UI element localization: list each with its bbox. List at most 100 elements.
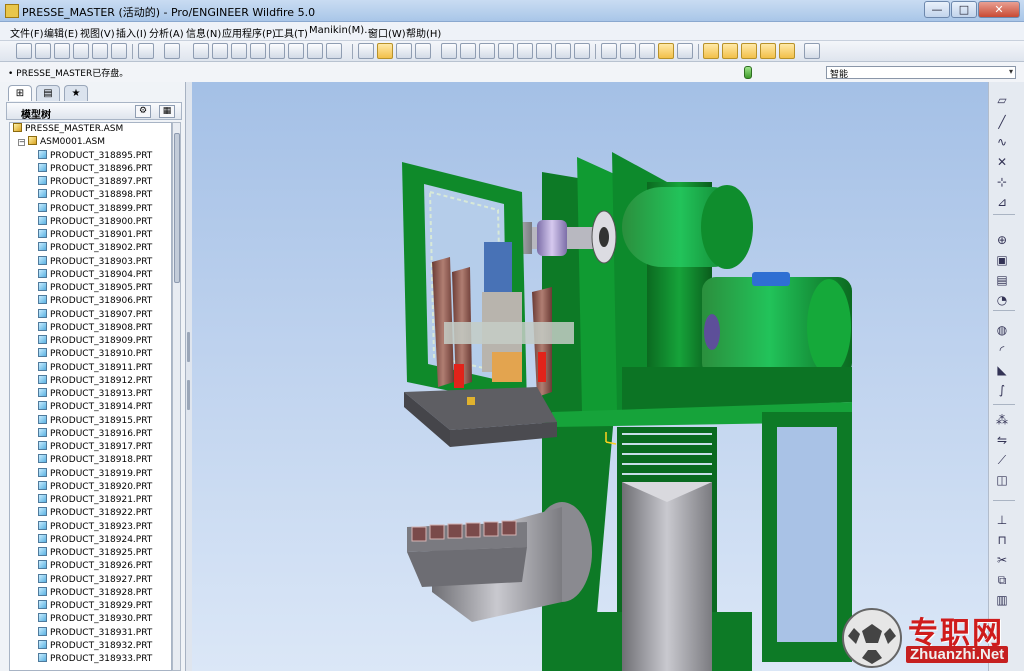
scrollbar-thumb[interactable]: [174, 133, 180, 283]
tree-part-item[interactable]: PRODUCT_318902.PRT: [10, 242, 171, 255]
trim-icon[interactable]: ✂: [994, 552, 1010, 568]
sweep-icon[interactable]: ∫: [994, 382, 1010, 398]
shading-icon[interactable]: [415, 43, 431, 59]
tree-subassembly-item[interactable]: − ASM0001.ASM: [10, 136, 171, 149]
csys-display-toggle-icon[interactable]: [760, 43, 776, 59]
tree-part-item[interactable]: PRODUCT_318926.PRT: [10, 560, 171, 573]
offset-icon[interactable]: ⧉: [994, 572, 1010, 588]
minimize-button[interactable]: —: [924, 1, 950, 18]
menu-applications[interactable]: 应用程序(P): [222, 25, 276, 40]
tree-part-item[interactable]: PRODUCT_318932.PRT: [10, 639, 171, 653]
tree-part-item[interactable]: PRODUCT_318899.PRT: [10, 202, 171, 216]
tree-part-item[interactable]: PRODUCT_318912.PRT: [10, 374, 171, 388]
paste-icon[interactable]: [231, 43, 247, 59]
datum-planes-toggle-icon[interactable]: [703, 43, 719, 59]
selection-filter-dropdown[interactable]: 智能 ▾: [826, 66, 1016, 80]
collapse-icon[interactable]: −: [18, 139, 25, 147]
close-button[interactable]: ✕: [978, 1, 1020, 18]
send-attachment-icon[interactable]: [111, 43, 127, 59]
tree-part-item[interactable]: PRODUCT_318933.PRT: [10, 653, 171, 666]
tree-part-item[interactable]: PRODUCT_318908.PRT: [10, 321, 171, 335]
tree-part-item[interactable]: PRODUCT_318931.PRT: [10, 626, 171, 640]
enhanced-realism-icon[interactable]: [677, 43, 693, 59]
tree-part-item[interactable]: PRODUCT_318918.PRT: [10, 454, 171, 467]
saved-views-icon[interactable]: [536, 43, 552, 59]
save-icon[interactable]: [54, 43, 70, 59]
round-icon[interactable]: ◜: [994, 342, 1010, 358]
open-file-icon[interactable]: [35, 43, 51, 59]
tree-part-item[interactable]: PRODUCT_318920.PRT: [10, 480, 171, 494]
refit-icon[interactable]: [498, 43, 514, 59]
tree-part-item[interactable]: PRODUCT_318930.PRT: [10, 613, 171, 626]
pan-icon[interactable]: [441, 43, 457, 59]
tree-part-item[interactable]: PRODUCT_318903.PRT: [10, 255, 171, 269]
menu-view[interactable]: 视图(V): [80, 25, 115, 40]
tree-part-item[interactable]: PRODUCT_318901.PRT: [10, 229, 171, 242]
menu-info[interactable]: 信息(N): [186, 25, 221, 40]
no-hidden-icon[interactable]: [639, 43, 655, 59]
tree-show-icon[interactable]: ▦: [159, 105, 175, 118]
reorient-icon[interactable]: [517, 43, 533, 59]
tree-part-item[interactable]: PRODUCT_318921.PRT: [10, 494, 171, 507]
view-manager-icon[interactable]: [574, 43, 590, 59]
orient-mode-icon[interactable]: [377, 43, 393, 59]
favorites-tab-icon[interactable]: ★: [64, 85, 88, 101]
tree-part-item[interactable]: PRODUCT_318898.PRT: [10, 189, 171, 202]
revolve-icon[interactable]: ◔: [994, 292, 1010, 308]
cut-icon[interactable]: [193, 43, 209, 59]
tree-part-item[interactable]: PRODUCT_318896.PRT: [10, 162, 171, 176]
wireframe-icon[interactable]: [601, 43, 617, 59]
maximize-button[interactable]: □: [951, 1, 977, 18]
datum-point-icon[interactable]: ✕: [994, 154, 1010, 170]
shell-icon[interactable]: ◫: [994, 472, 1010, 488]
find-icon[interactable]: [307, 43, 323, 59]
datum-plane-icon[interactable]: ▱: [994, 92, 1010, 108]
zoom-out-icon[interactable]: [479, 43, 495, 59]
layers-icon[interactable]: [555, 43, 571, 59]
menu-help[interactable]: 帮助(H): [406, 25, 441, 40]
redo-icon[interactable]: [164, 43, 180, 59]
tree-part-item[interactable]: PRODUCT_318910.PRT: [10, 348, 171, 361]
create-component-icon[interactable]: ▣: [994, 252, 1010, 268]
menu-manikin[interactable]: Manikin(M)...: [309, 25, 374, 36]
rib-icon[interactable]: ⊥: [994, 512, 1010, 528]
folder-browser-tab-icon[interactable]: ▤: [36, 85, 60, 101]
merge-icon[interactable]: ⊓: [994, 532, 1010, 548]
tree-part-item[interactable]: PRODUCT_318928.PRT: [10, 586, 171, 600]
tree-part-item[interactable]: PRODUCT_318914.PRT: [10, 401, 171, 414]
tree-part-item[interactable]: PRODUCT_318916.PRT: [10, 427, 171, 441]
extrude-icon[interactable]: ▤: [994, 272, 1010, 288]
tree-part-item[interactable]: PRODUCT_318922.PRT: [10, 507, 171, 520]
tree-part-item[interactable]: PRODUCT_318919.PRT: [10, 467, 171, 481]
splitter-grip[interactable]: [187, 332, 190, 362]
mirror-icon[interactable]: ⇋: [994, 432, 1010, 448]
tree-part-item[interactable]: PRODUCT_318925.PRT: [10, 547, 171, 560]
tree-part-item[interactable]: PRODUCT_318907.PRT: [10, 308, 171, 322]
graphics-window[interactable]: [192, 82, 988, 671]
select-box-icon[interactable]: [326, 43, 342, 59]
tree-root-item[interactable]: PRESSE_MASTER.ASM: [10, 123, 171, 136]
print-icon[interactable]: [73, 43, 89, 59]
tree-part-item[interactable]: PRODUCT_318895.PRT: [10, 149, 171, 163]
send-mail-icon[interactable]: [92, 43, 108, 59]
spin-center-icon[interactable]: [396, 43, 412, 59]
tree-settings-icon[interactable]: ⚙: [135, 105, 151, 118]
coordinate-system-icon[interactable]: ⊹: [994, 174, 1010, 190]
menu-file[interactable]: 文件(F): [10, 25, 44, 40]
tree-part-item[interactable]: PRODUCT_318897.PRT: [10, 176, 171, 189]
tree-part-item[interactable]: PRODUCT_318915.PRT: [10, 414, 171, 428]
analysis-feature-icon[interactable]: ⊿: [994, 194, 1010, 210]
tree-part-item[interactable]: PRODUCT_318924.PRT: [10, 533, 171, 547]
tree-part-item[interactable]: PRODUCT_318905.PRT: [10, 282, 171, 295]
tree-part-item[interactable]: PRODUCT_318913.PRT: [10, 388, 171, 401]
tree-part-item[interactable]: PRODUCT_318906.PRT: [10, 295, 171, 308]
annotation-toggle-icon[interactable]: [779, 43, 795, 59]
point-display-toggle-icon[interactable]: [741, 43, 757, 59]
hidden-line-icon[interactable]: [620, 43, 636, 59]
hole-icon[interactable]: ◍: [994, 322, 1010, 338]
zoom-in-icon[interactable]: [460, 43, 476, 59]
pattern-icon[interactable]: ⁂: [994, 412, 1010, 428]
menu-tools[interactable]: 工具(T): [274, 25, 308, 40]
chamfer-icon[interactable]: ◣: [994, 362, 1010, 378]
tree-part-item[interactable]: PRODUCT_318904.PRT: [10, 268, 171, 282]
